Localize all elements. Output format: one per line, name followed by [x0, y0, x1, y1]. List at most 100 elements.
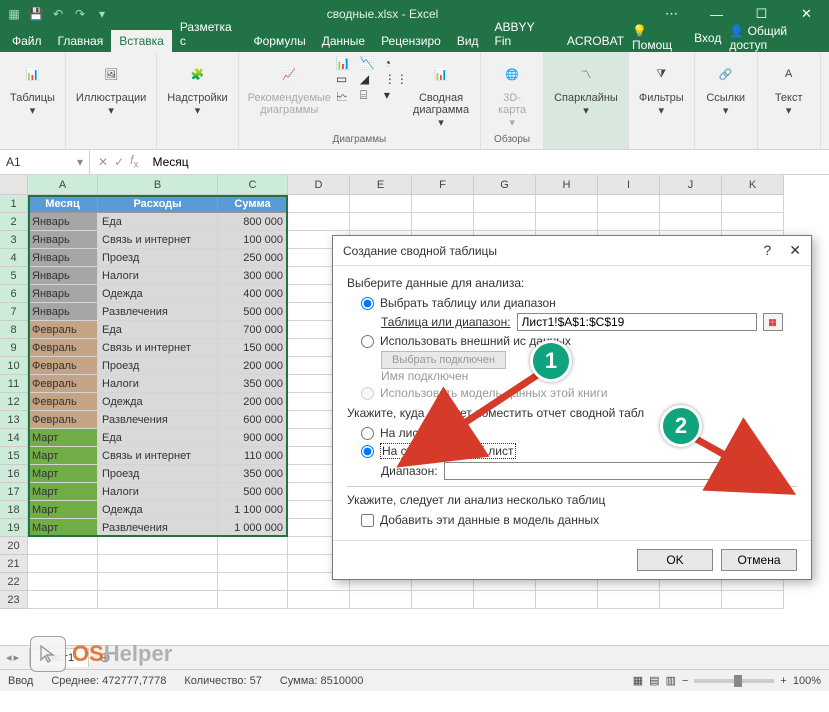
cell[interactable]: Март: [28, 465, 98, 483]
cell[interactable]: Февраль: [28, 375, 98, 393]
map3d-button[interactable]: 🌐3D-карта▾: [487, 56, 537, 131]
cell[interactable]: 700 000: [218, 321, 288, 339]
cell[interactable]: 150 000: [218, 339, 288, 357]
tab-file[interactable]: Файл: [4, 30, 50, 52]
cell[interactable]: Связь и интернет: [98, 231, 218, 249]
cell[interactable]: [598, 213, 660, 231]
zoom-slider[interactable]: [694, 679, 774, 683]
zoom-level[interactable]: 100%: [793, 675, 821, 687]
undo-icon[interactable]: ↶: [48, 4, 68, 24]
cell[interactable]: [28, 591, 98, 609]
checkbox-add-to-model[interactable]: Добавить эти данные в модель данных: [361, 513, 797, 527]
row-headers[interactable]: 1234567891011121314151617181920212223: [0, 195, 28, 609]
bar-chart-icon[interactable]: ▭: [336, 72, 358, 86]
cell[interactable]: [536, 591, 598, 609]
tab-nav-next-icon[interactable]: ▸: [14, 651, 20, 664]
column-chart-icon[interactable]: 📊: [336, 56, 358, 70]
cell[interactable]: 350 000: [218, 375, 288, 393]
cell[interactable]: 500 000: [218, 303, 288, 321]
cell[interactable]: Январь: [28, 285, 98, 303]
row-header[interactable]: 1: [0, 195, 28, 213]
dialog-close-icon[interactable]: ✕: [789, 242, 801, 259]
row-header[interactable]: 15: [0, 447, 28, 465]
cell[interactable]: Еда: [98, 429, 218, 447]
row-header[interactable]: 3: [0, 231, 28, 249]
tab-вид[interactable]: Вид: [449, 30, 487, 52]
col-header[interactable]: C: [218, 175, 288, 195]
zoom-out-icon[interactable]: −: [682, 675, 688, 687]
tab-главная[interactable]: Главная: [50, 30, 112, 52]
radio-select-range[interactable]: Выбрать таблицу или диапазон: [361, 296, 797, 310]
cell[interactable]: Март: [28, 483, 98, 501]
row-header[interactable]: 20: [0, 537, 28, 555]
radio-external-source[interactable]: Использовать внешний ис данных: [361, 334, 797, 348]
share-button[interactable]: 👤 Общий доступ: [729, 24, 821, 52]
row-header[interactable]: 23: [0, 591, 28, 609]
cell[interactable]: [288, 213, 350, 231]
cell[interactable]: Проезд: [98, 357, 218, 375]
pie-chart-icon[interactable]: ◔: [384, 56, 406, 70]
cell[interactable]: [474, 213, 536, 231]
cell[interactable]: Одежда: [98, 393, 218, 411]
fx-icon[interactable]: fx: [130, 153, 138, 170]
cell[interactable]: [660, 213, 722, 231]
row-header[interactable]: 8: [0, 321, 28, 339]
stock-chart-icon[interactable]: 🗠: [336, 88, 358, 109]
row-header[interactable]: 4: [0, 249, 28, 267]
row-header[interactable]: 10: [0, 357, 28, 375]
cell[interactable]: [350, 591, 412, 609]
cell[interactable]: [288, 591, 350, 609]
row-header[interactable]: 14: [0, 429, 28, 447]
cell[interactable]: Март: [28, 447, 98, 465]
cell[interactable]: 1 100 000: [218, 501, 288, 519]
cell[interactable]: [598, 195, 660, 213]
cell[interactable]: [28, 537, 98, 555]
row-header[interactable]: 18: [0, 501, 28, 519]
col-header[interactable]: A: [28, 175, 98, 195]
row-header[interactable]: 7: [0, 303, 28, 321]
cell[interactable]: [98, 537, 218, 555]
cell[interactable]: 250 000: [218, 249, 288, 267]
cell[interactable]: [218, 591, 288, 609]
cell[interactable]: Февраль: [28, 411, 98, 429]
cell[interactable]: Проезд: [98, 465, 218, 483]
cell[interactable]: [474, 195, 536, 213]
view-normal-icon[interactable]: ▦: [633, 674, 643, 687]
enter-formula-icon[interactable]: ✓: [114, 155, 124, 169]
cell[interactable]: [412, 195, 474, 213]
cell[interactable]: [350, 213, 412, 231]
signin-button[interactable]: Вход: [694, 31, 721, 45]
cell[interactable]: [412, 591, 474, 609]
cell[interactable]: [350, 195, 412, 213]
range-picker-icon[interactable]: ▦: [763, 313, 783, 331]
input-location-range[interactable]: [444, 462, 724, 480]
cell[interactable]: [98, 591, 218, 609]
cell[interactable]: [474, 591, 536, 609]
cell[interactable]: Налоги: [98, 267, 218, 285]
view-layout-icon[interactable]: ▤: [649, 674, 659, 687]
radio-existing-sheet[interactable]: На существующий лист: [361, 443, 797, 459]
tab-данные[interactable]: Данные: [314, 30, 373, 52]
cell[interactable]: Февраль: [28, 339, 98, 357]
cell[interactable]: Расходы: [98, 195, 218, 213]
cell[interactable]: 200 000: [218, 357, 288, 375]
cell[interactable]: Налоги: [98, 483, 218, 501]
cell[interactable]: Январь: [28, 231, 98, 249]
sparklines-button[interactable]: 〽Спарклайны▾: [550, 56, 622, 119]
cell[interactable]: Месяц: [28, 195, 98, 213]
cell[interactable]: 350 000: [218, 465, 288, 483]
ok-button[interactable]: OK: [637, 549, 713, 571]
cell[interactable]: [98, 573, 218, 591]
row-header[interactable]: 5: [0, 267, 28, 285]
col-header[interactable]: G: [474, 175, 536, 195]
links-button[interactable]: 🔗Ссылки▾: [701, 56, 751, 119]
tab-разметка с[interactable]: Разметка с: [172, 16, 246, 52]
row-header[interactable]: 11: [0, 375, 28, 393]
cell[interactable]: Еда: [98, 321, 218, 339]
formula-input[interactable]: [146, 155, 829, 169]
tab-рецензиро[interactable]: Рецензиро: [373, 30, 449, 52]
col-header[interactable]: J: [660, 175, 722, 195]
row-header[interactable]: 16: [0, 465, 28, 483]
more-chart-icon[interactable]: ▾: [384, 88, 406, 109]
row-header[interactable]: 19: [0, 519, 28, 537]
